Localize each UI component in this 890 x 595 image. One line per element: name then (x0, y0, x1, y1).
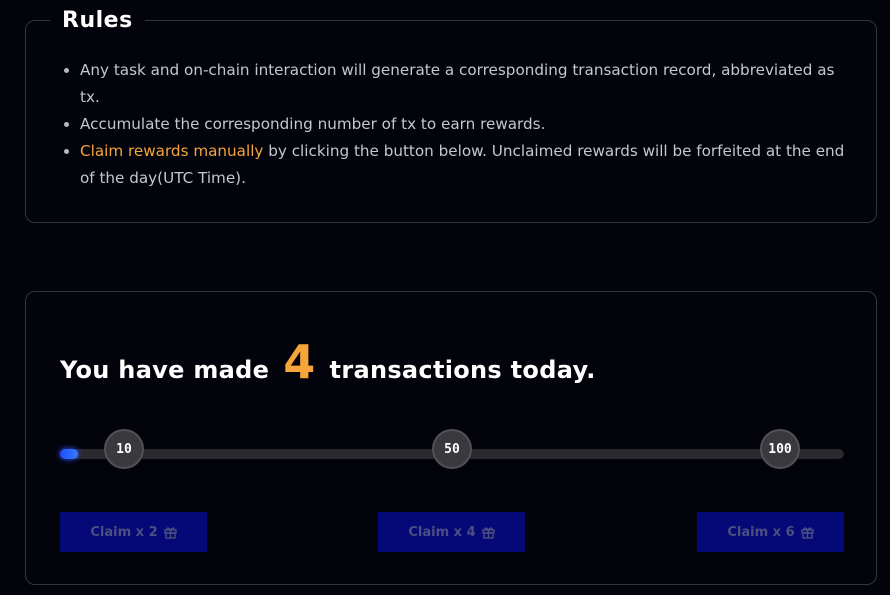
transaction-count: 4 (283, 335, 316, 389)
rules-title: Rules (50, 4, 145, 38)
transactions-suffix: transactions today. (329, 356, 596, 384)
rule-text: Any task and on-chain interaction will g… (80, 61, 835, 106)
milestone-50: 50 (432, 429, 472, 469)
rule-text: Accumulate the corresponding number of t… (80, 115, 546, 133)
rule-highlight: Claim rewards manually (80, 142, 264, 160)
claim-label: Claim x 2 (90, 524, 158, 540)
milestone-10: 10 (104, 429, 144, 469)
claim-button-3[interactable]: Claim x 6 (697, 512, 844, 552)
rule-item: Accumulate the corresponding number of t… (64, 111, 850, 138)
rules-list: Any task and on-chain interaction will g… (64, 57, 850, 192)
gift-icon (800, 525, 814, 539)
rule-item: Claim rewards manually by clicking the b… (64, 138, 850, 192)
transactions-prefix: You have made (60, 356, 270, 384)
gift-icon (163, 525, 177, 539)
progress-fill (60, 449, 78, 459)
claim-button-2[interactable]: Claim x 4 (378, 512, 525, 552)
transactions-heading: You have made 4 transactions today. (60, 335, 596, 395)
claim-label: Claim x 4 (408, 524, 476, 540)
claim-button-1[interactable]: Claim x 2 (60, 512, 207, 552)
claim-label: Claim x 6 (727, 524, 795, 540)
rule-item: Any task and on-chain interaction will g… (64, 57, 850, 111)
milestone-100: 100 (760, 429, 800, 469)
gift-icon (481, 525, 495, 539)
